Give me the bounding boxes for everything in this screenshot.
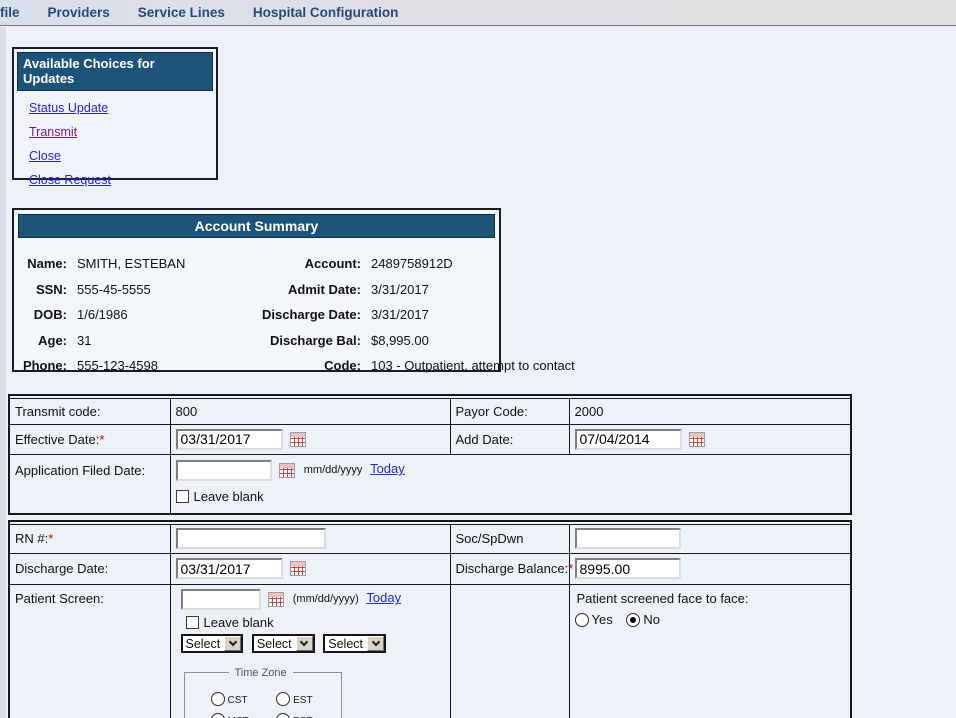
account-row: Name: SMITH, ESTEBAN Account: 2489758912… <box>14 251 499 277</box>
today-link[interactable]: Today <box>370 461 405 476</box>
discharge-date-input[interactable] <box>176 558 283 579</box>
discharge-balance-label: Discharge Balance:* <box>450 553 569 584</box>
patient-screen-label: Patient Screen: <box>9 584 170 718</box>
top-menubar: file Providers Service Lines Hospital Co… <box>0 0 956 26</box>
rn-number-input[interactable] <box>176 528 326 549</box>
close-link[interactable]: Close <box>29 149 61 163</box>
choices-link-list: Status Update Transmit Close Close Reque… <box>14 94 216 187</box>
face-to-face-yes-label: Yes <box>592 612 613 627</box>
date-format-hint: (mm/dd/yyyy) <box>293 593 359 605</box>
available-choices-title: Available Choices for Updates <box>17 52 213 91</box>
face-to-face-label: Patient screened face to face: <box>577 591 846 606</box>
dob-label: DOB: <box>14 307 67 322</box>
leave-blank-checkbox[interactable] <box>186 616 199 629</box>
screening-select-1[interactable]: Select <box>181 634 244 653</box>
menu-item-file[interactable]: file <box>0 5 20 20</box>
account-summary-title: Account Summary <box>18 214 495 238</box>
account-row: DOB: 1/6/1986 Discharge Date: 3/31/2017 <box>14 302 499 328</box>
left-gutter <box>0 27 7 718</box>
close-request-link[interactable]: Close Request <box>29 173 111 187</box>
patient-screen-date-input[interactable] <box>181 589 261 610</box>
admit-date-label: Admit Date: <box>249 282 361 297</box>
calendar-icon[interactable] <box>290 561 306 576</box>
discharge-bal-label: Discharge Bal: <box>249 333 361 348</box>
required-marker: * <box>48 531 53 546</box>
pst-radio[interactable] <box>276 713 290 718</box>
leave-blank-label: Leave blank <box>194 489 264 504</box>
add-date-input[interactable] <box>575 429 682 450</box>
calendar-icon[interactable] <box>268 592 284 607</box>
menu-item-service-lines[interactable]: Service Lines <box>138 5 225 20</box>
discharge-date-field-label: Discharge Date: <box>9 553 170 584</box>
effective-date-label: Effective Date:* <box>9 424 170 454</box>
today-link[interactable]: Today <box>366 590 401 605</box>
dob-value: 1/6/1986 <box>77 307 239 322</box>
application-filed-date-label: Application Filed Date: <box>9 454 170 514</box>
payor-code-value: 2000 <box>569 398 851 424</box>
leave-blank-checkbox[interactable] <box>176 490 189 503</box>
available-choices-panel: Available Choices for Updates Status Upd… <box>12 47 218 180</box>
transmit-link[interactable]: Transmit <box>29 125 77 139</box>
code-value: 103 - Outpatient, attempt to contact <box>371 358 575 373</box>
name-label: Name: <box>14 256 67 271</box>
account-row: Phone: 555-123-4598 Code: 103 - Outpatie… <box>14 353 499 379</box>
account-row: Age: 31 Discharge Bal: $8,995.00 <box>14 328 499 354</box>
menu-item-hospital-configuration[interactable]: Hospital Configuration <box>253 5 399 20</box>
phone-label: Phone: <box>14 358 67 373</box>
chevron-down-icon[interactable] <box>367 636 384 651</box>
phone-value: 555-123-4598 <box>77 358 239 373</box>
account-number-label: Account: <box>249 256 361 271</box>
age-label: Age: <box>14 333 67 348</box>
discharge-balance-input[interactable] <box>575 558 681 579</box>
time-zone-legend: Time Zone <box>229 667 293 679</box>
chevron-down-icon[interactable] <box>224 636 241 651</box>
cst-label: CST <box>228 695 248 706</box>
transmit-form-table: Transmit code: 800 Payor Code: 2000 Effe… <box>8 394 852 515</box>
account-details-form-table: RN #:* Soc/SpDwn Discharge Date: Dischar… <box>8 520 852 718</box>
cst-radio[interactable] <box>211 692 225 706</box>
face-to-face-no-radio[interactable] <box>626 613 640 627</box>
est-radio[interactable] <box>276 692 290 706</box>
screening-select-2[interactable]: Select <box>252 634 315 653</box>
soc-spdwn-label: Soc/SpDwn <box>450 524 569 553</box>
calendar-icon[interactable] <box>290 432 306 447</box>
code-label: Code: <box>249 358 361 373</box>
rn-number-label: RN #:* <box>9 524 170 553</box>
transmit-code-value: 800 <box>170 398 450 424</box>
application-filed-date-input[interactable] <box>176 460 272 481</box>
face-to-face-no-label: No <box>643 612 660 627</box>
date-format-hint: mm/dd/yyyy <box>304 464 363 476</box>
payor-code-label: Payor Code: <box>450 398 569 424</box>
account-row: SSN: 555-45-5555 Admit Date: 3/31/2017 <box>14 277 499 303</box>
soc-spdwn-input[interactable] <box>575 528 681 549</box>
screening-select-3[interactable]: Select <box>323 634 386 653</box>
age-value: 31 <box>77 333 239 348</box>
discharge-date-label: Discharge Date: <box>249 307 361 322</box>
ssn-label: SSN: <box>14 282 67 297</box>
est-label: EST <box>293 695 312 706</box>
calendar-icon[interactable] <box>689 432 705 447</box>
time-zone-fieldset: Time Zone CST EST MST PST <box>184 667 342 718</box>
add-date-label: Add Date: <box>450 424 569 454</box>
admit-date-value: 3/31/2017 <box>371 282 499 297</box>
transmit-code-label: Transmit code: <box>9 398 170 424</box>
face-to-face-yes-radio[interactable] <box>575 613 589 627</box>
required-marker: * <box>568 561 573 576</box>
effective-date-input[interactable] <box>176 429 283 450</box>
ssn-value: 555-45-5555 <box>77 282 239 297</box>
leave-blank-label: Leave blank <box>204 615 274 630</box>
calendar-icon[interactable] <box>279 463 295 478</box>
account-number-value: 2489758912D <box>371 256 499 271</box>
menu-item-providers[interactable]: Providers <box>48 5 110 20</box>
discharge-bal-value: $8,995.00 <box>371 333 499 348</box>
name-value: SMITH, ESTEBAN <box>77 256 239 271</box>
empty-cell <box>450 584 569 718</box>
account-summary-panel: Account Summary Name: SMITH, ESTEBAN Acc… <box>12 208 501 372</box>
discharge-date-value: 3/31/2017 <box>371 307 499 322</box>
chevron-down-icon[interactable] <box>296 636 313 651</box>
mst-radio[interactable] <box>211 713 225 718</box>
required-marker: * <box>99 432 104 447</box>
status-update-link[interactable]: Status Update <box>29 101 108 115</box>
